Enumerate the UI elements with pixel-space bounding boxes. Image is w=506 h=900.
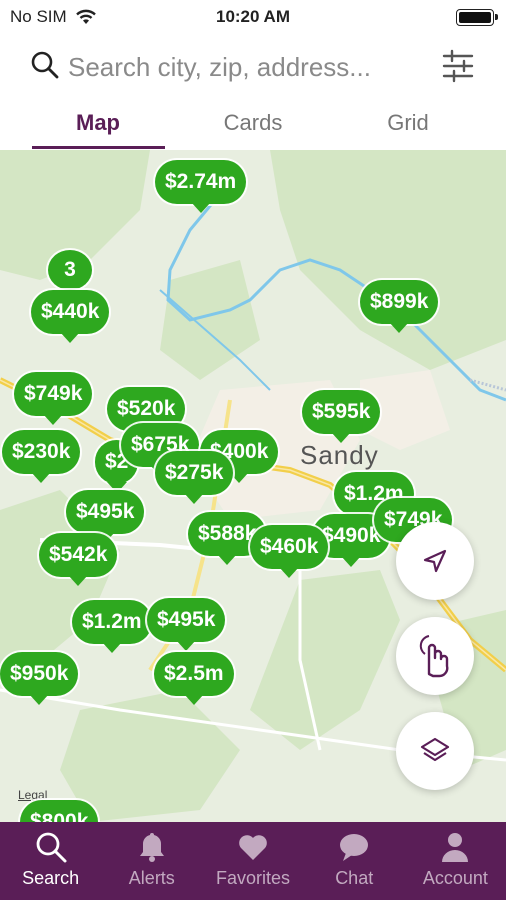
town-label: Sandy	[300, 440, 379, 470]
map-layers-button[interactable]	[396, 712, 474, 790]
chat-bubble-icon	[340, 834, 369, 861]
bottom-tab-bar: Search Alerts Favorites Chat Account	[0, 822, 506, 900]
battery-icon	[456, 9, 498, 26]
listing-pin[interactable]: $230k	[2, 430, 81, 483]
search-bar	[0, 36, 506, 102]
search-icon	[36, 832, 67, 863]
listing-pin[interactable]: $440k	[31, 290, 110, 343]
listing-pin[interactable]: $460k	[250, 525, 329, 578]
listing-pin[interactable]: $2.74m	[155, 160, 247, 213]
status-bar: No SIM 10:20 AM	[0, 0, 506, 36]
heart-icon	[239, 835, 267, 860]
tab-cards[interactable]: Cards	[188, 110, 318, 136]
search-input[interactable]	[68, 48, 428, 86]
listing-pin[interactable]: $495k	[66, 490, 145, 543]
nav-alerts[interactable]: Alerts	[101, 822, 202, 900]
nav-account[interactable]: Account	[405, 822, 506, 900]
tab-map[interactable]: Map	[33, 110, 163, 136]
map-view[interactable]: Sandy Legal 3 $2.74m $440k $899k $749k $…	[0, 150, 506, 822]
nav-chat[interactable]: Chat	[304, 822, 405, 900]
bell-icon	[139, 833, 164, 862]
listing-pin[interactable]: $542k	[39, 533, 118, 586]
listing-pin[interactable]: $495k	[147, 598, 226, 651]
search-icon	[31, 51, 59, 79]
active-tab-indicator	[32, 146, 165, 149]
layers-icon	[420, 737, 450, 762]
person-icon	[442, 833, 469, 862]
tab-grid[interactable]: Grid	[343, 110, 473, 136]
view-tabs: Map Cards Grid	[0, 102, 506, 150]
nav-label: Chat	[335, 868, 374, 888]
listing-pin[interactable]: $749k	[14, 372, 93, 425]
listing-pin[interactable]: $800k	[20, 800, 99, 822]
nav-label: Account	[422, 868, 488, 888]
listing-pin[interactable]: $2.5m	[154, 652, 234, 705]
listing-pin[interactable]: $950k	[0, 652, 79, 705]
location-arrow-icon	[423, 549, 447, 573]
listing-pin[interactable]: $1.2m	[72, 600, 152, 653]
nav-favorites[interactable]: Favorites	[202, 822, 303, 900]
nav-label: Search	[22, 868, 80, 888]
listing-cluster[interactable]: 3	[48, 250, 92, 290]
filter-sliders-icon[interactable]	[440, 48, 476, 84]
listing-pin[interactable]: $595k	[302, 390, 381, 443]
listing-pin[interactable]: $275k	[155, 451, 234, 504]
clock: 10:20 AM	[215, 7, 290, 26]
draw-search-button[interactable]	[396, 617, 474, 695]
nav-label: Favorites	[215, 868, 291, 888]
current-location-button[interactable]	[396, 522, 474, 600]
nav-search[interactable]: Search	[0, 822, 101, 900]
nav-label: Alerts	[128, 868, 175, 888]
draw-hand-icon	[419, 635, 449, 678]
listing-pin[interactable]: $899k	[360, 280, 439, 333]
